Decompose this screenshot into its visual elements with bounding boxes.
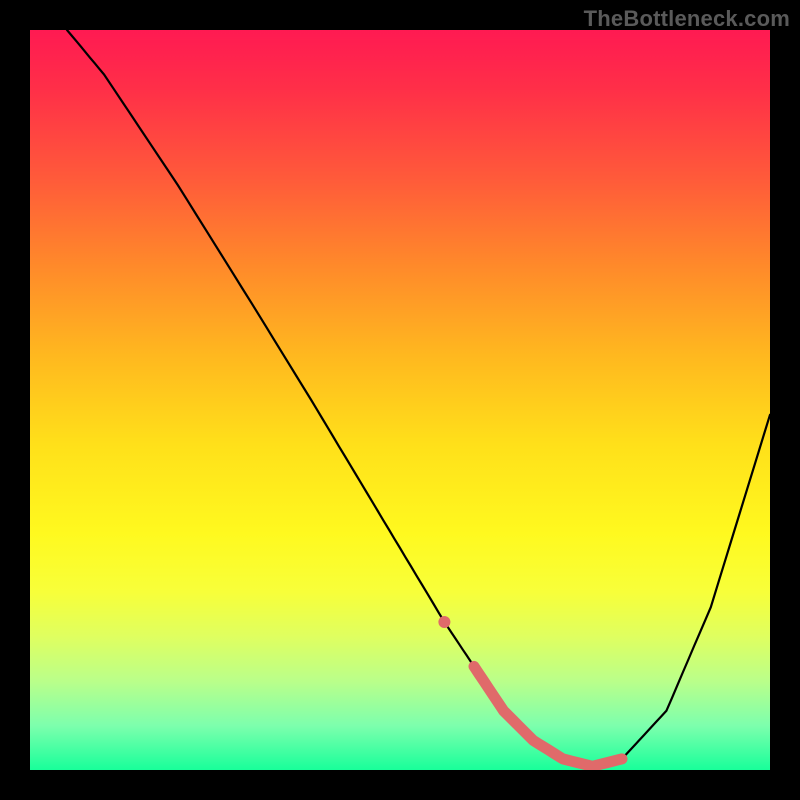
highlight-segment	[474, 666, 622, 766]
curve-path	[67, 30, 770, 766]
chart-frame: TheBottleneck.com	[0, 0, 800, 800]
plot-area	[30, 30, 770, 770]
highlight-dot	[438, 616, 450, 628]
curve-svg	[30, 30, 770, 770]
watermark-text: TheBottleneck.com	[584, 6, 790, 32]
